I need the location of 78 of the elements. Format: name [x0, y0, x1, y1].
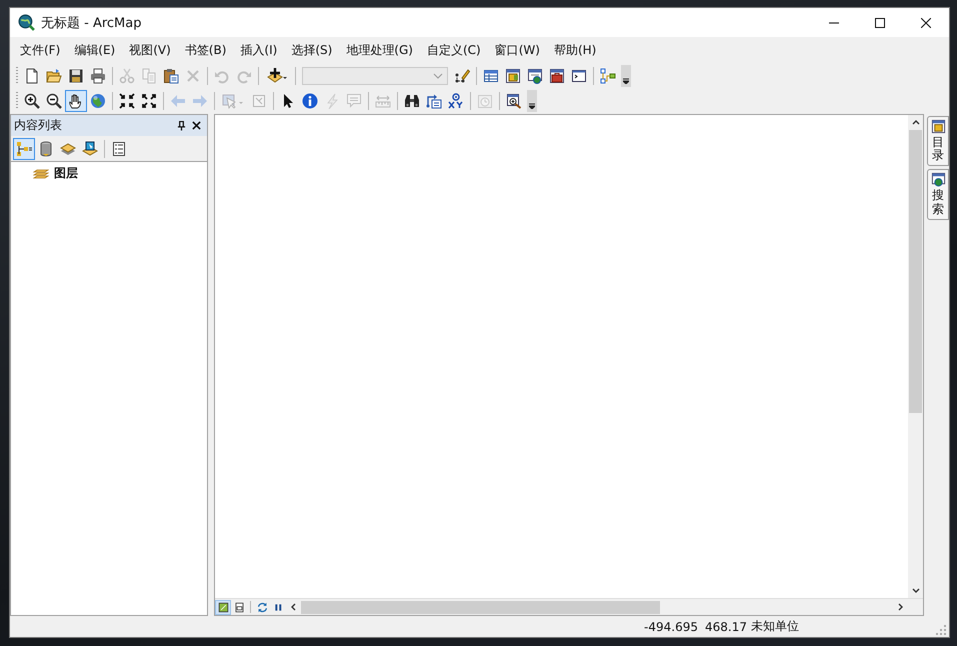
menu-item[interactable]: 窗口(W) [488, 42, 547, 58]
tree-nodes-icon [16, 140, 32, 156]
menu-item[interactable]: 插入(I) [233, 42, 284, 58]
clock-icon [477, 92, 493, 108]
pause-icon [272, 602, 284, 612]
caret-icon [623, 78, 629, 84]
page-icon [234, 602, 244, 612]
close-icon[interactable] [192, 121, 201, 130]
toolbar-overflow-button[interactable] [621, 64, 631, 86]
clipboard-icon [163, 68, 179, 84]
binoculars-icon [404, 92, 420, 108]
pencil-icon [454, 68, 470, 84]
layers-icon [60, 140, 76, 156]
globe-magnifier-icon [18, 14, 35, 31]
table-icon [483, 68, 499, 84]
resize-grip-icon[interactable] [936, 625, 946, 635]
search-window-icon [930, 172, 946, 188]
side-tab[interactable]: 搜索 [927, 169, 949, 220]
scroll-thumb[interactable] [301, 600, 660, 614]
scissors-icon [119, 68, 135, 84]
terminal-icon [571, 68, 587, 84]
hand-icon [68, 92, 84, 108]
database-icon [38, 140, 54, 156]
magnifier-icon [506, 92, 522, 108]
map-units: 未知单位 [751, 618, 799, 635]
blank-page-icon [24, 68, 40, 84]
menu-item[interactable]: 书签(B) [178, 42, 234, 58]
selection-cursor-icon [221, 92, 245, 108]
ruler-icon [375, 92, 391, 108]
menu-item[interactable]: 地理处理(G) [339, 42, 420, 58]
zoom-in-icon [24, 92, 40, 108]
maximize-icon [875, 18, 885, 28]
inward-arrows-icon [119, 92, 135, 108]
menu-item[interactable]: 文件(F) [13, 42, 68, 58]
xy-target-icon [448, 92, 464, 108]
window-title: 无标题 - ArcMap [41, 14, 142, 32]
side-tab[interactable]: 目录 [927, 116, 949, 166]
catalog-icon [930, 119, 946, 134]
info-icon [302, 92, 318, 108]
speech-bubble-icon [346, 92, 362, 108]
clear-selection-icon [251, 92, 267, 108]
toolbox-icon [549, 68, 565, 84]
cross-icon [185, 68, 201, 84]
menu-item[interactable]: 帮助(H) [546, 42, 604, 58]
list-icon [111, 140, 127, 156]
outward-arrows-icon [141, 92, 157, 108]
chevron-down-icon [433, 72, 443, 78]
caret-icon [529, 102, 535, 108]
close-icon [921, 18, 931, 28]
catalog-icon [505, 68, 521, 84]
pin-icon[interactable] [177, 120, 186, 130]
map-page-icon [218, 602, 228, 612]
refresh-icon [256, 602, 268, 612]
route-icon [426, 92, 442, 108]
plus-icon [265, 68, 289, 84]
layer-group-label[interactable]: 图层 [54, 165, 78, 182]
data-view-button[interactable] [215, 600, 231, 614]
pan-button[interactable] [65, 90, 87, 112]
printer-icon [90, 68, 106, 84]
back-arrow-icon [170, 92, 186, 108]
forward-arrow-icon [192, 92, 208, 108]
menu-item[interactable]: 自定义(C) [420, 42, 488, 58]
toolbar-overflow-button[interactable] [527, 90, 537, 112]
panel-title: 内容列表 [14, 117, 63, 134]
menu-item[interactable]: 编辑(E) [67, 42, 122, 58]
list-by-drawing-order-button[interactable] [13, 138, 35, 160]
open-folder-icon [46, 68, 62, 84]
copy-icon [141, 68, 157, 84]
flowchart-icon [600, 68, 616, 84]
y-coordinate: 468.17 [705, 620, 747, 634]
layer-selection-icon [82, 140, 98, 156]
zoom-out-icon [46, 92, 62, 108]
globe-icon [90, 92, 106, 108]
menu-item[interactable]: 选择(S) [284, 42, 340, 58]
search-window-icon [527, 68, 543, 84]
x-coordinate: -494.695 [644, 620, 698, 634]
menu-item[interactable]: 视图(V) [122, 42, 178, 58]
scroll-thumb[interactable] [909, 130, 922, 413]
